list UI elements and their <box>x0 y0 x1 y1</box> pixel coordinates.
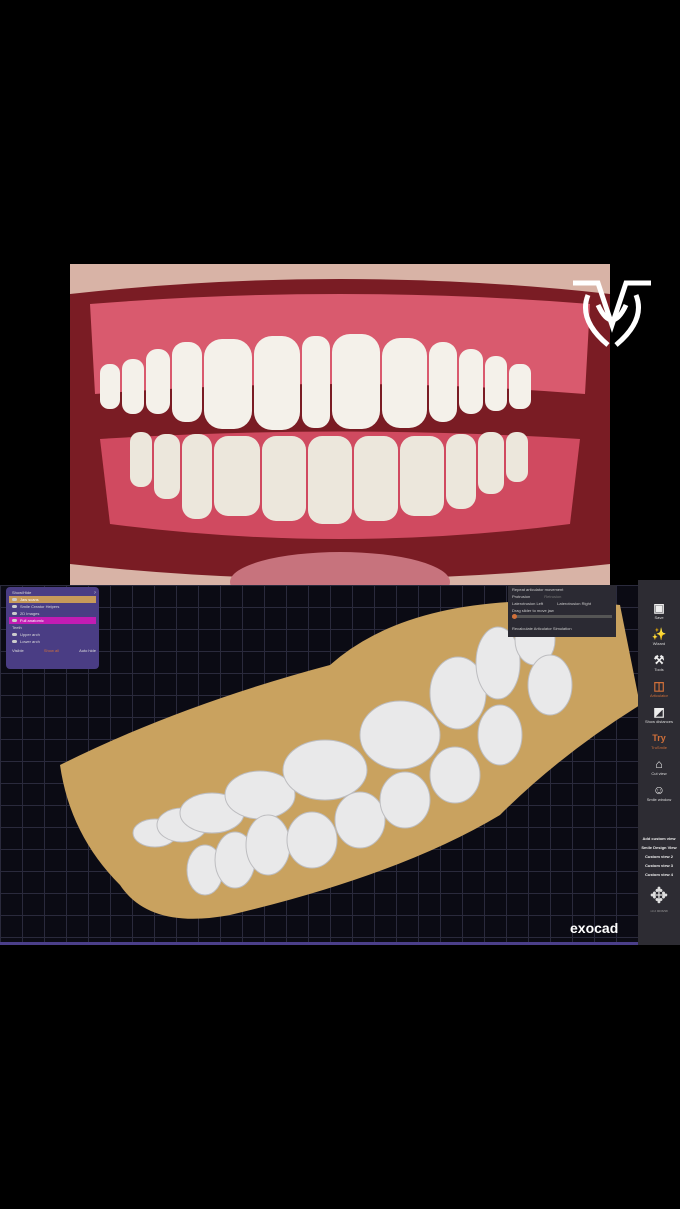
eye-icon[interactable] <box>12 605 17 608</box>
eye-icon[interactable] <box>12 640 17 643</box>
view-cube-icon[interactable]: ✥ <box>638 883 680 909</box>
eye-icon[interactable] <box>12 612 17 615</box>
item-label: Lower arch <box>20 639 40 644</box>
add-custom-view[interactable]: Add custom view <box>638 836 680 841</box>
wizard-icon: ✨ <box>651 627 667 641</box>
eye-icon[interactable] <box>12 619 17 622</box>
tools-icon: ⚒ <box>653 653 665 667</box>
help-icon[interactable]: ? <box>94 590 96 595</box>
item-label: Full anatomic <box>20 618 44 623</box>
jaw-slider[interactable] <box>512 614 612 619</box>
smile-photo <box>70 264 610 585</box>
auto-hide-button[interactable]: Auto hide <box>79 648 96 653</box>
brand-logo <box>573 280 651 347</box>
wizard-button[interactable]: ✨ Wizard <box>638 628 680 646</box>
trusmile-button[interactable]: Try TruSmile <box>638 732 680 750</box>
save-icon: ▣ <box>653 601 665 615</box>
visible-dropdown[interactable]: Visible <box>12 648 24 653</box>
custom-view-2[interactable]: Custom view 2 <box>638 854 680 859</box>
articulator-panel: Repeat articulator movement Protrusion Re… <box>508 585 616 637</box>
smile-design-view[interactable]: Smile Design View <box>638 845 680 850</box>
show-distances-button[interactable]: ◩ Show distances <box>638 706 680 724</box>
version-label: v3.2 9036/98 <box>650 909 668 913</box>
slider-label: Drag slider to move jaw <box>512 608 554 613</box>
eye-icon[interactable] <box>12 633 17 636</box>
show-distances-icon: ◩ <box>653 705 665 719</box>
radio-laterotrusion-right[interactable]: Laterotrusion Right <box>557 601 591 606</box>
teeth-section-title: Teeth <box>12 625 22 630</box>
show-hide-panel: Show/Hide? Jaw scans Smile Creator Helpe… <box>6 587 99 669</box>
recalculate-button[interactable]: Recalculate Articulator Simulation <box>512 626 612 631</box>
cut-view-button[interactable]: ⌂ Cut view <box>638 758 680 776</box>
articulator-button[interactable]: ◫ Articulator <box>638 680 680 698</box>
show-hide-item[interactable]: 2D Images <box>9 610 96 617</box>
show-all-button[interactable]: Show all <box>44 648 59 653</box>
item-label: Smile Creator Helpers <box>20 604 60 609</box>
item-label: 2D Images <box>20 611 40 616</box>
custom-view-3[interactable]: Custom view 3 <box>638 863 680 868</box>
radio-retrusion[interactable]: Retrusion <box>544 594 561 599</box>
custom-view-4[interactable]: Custom view 4 <box>638 872 680 877</box>
right-toolbar: ▣ Save ✨ Wizard ⚒ Tools ◫ Articulator ◩ Show … <box>638 580 680 945</box>
smile-window-button[interactable]: ☺ Smile window <box>638 784 680 802</box>
3d-viewport[interactable]: Show/Hide? Jaw scans Smile Creator Helpe… <box>0 585 638 945</box>
articulator-icon: ◫ <box>653 679 665 693</box>
exocad-logo: exocad <box>570 920 619 936</box>
show-hide-item[interactable]: Jaw scans <box>9 596 96 603</box>
eye-icon[interactable] <box>12 598 17 601</box>
show-hide-title: Show/Hide <box>12 590 32 595</box>
radio-laterotrusion-left[interactable]: Laterotrusion Left <box>512 601 543 606</box>
teeth-item[interactable]: Upper arch <box>9 631 96 638</box>
item-label: Jaw scans <box>20 597 39 602</box>
tryin-icon: Try <box>652 733 666 743</box>
articulator-title: Repeat articulator movement <box>512 587 564 592</box>
smile-window-icon: ☺ <box>652 783 666 797</box>
teeth-item[interactable]: Lower arch <box>9 638 96 645</box>
tools-button[interactable]: ⚒ Tools <box>638 654 680 672</box>
show-hide-item[interactable]: Full anatomic <box>9 617 96 624</box>
item-label: Upper arch <box>20 632 40 637</box>
show-hide-item[interactable]: Smile Creator Helpers <box>9 603 96 610</box>
radio-protrusion[interactable]: Protrusion <box>512 594 530 599</box>
cut-view-icon: ⌂ <box>655 757 663 771</box>
save-button[interactable]: ▣ Save <box>638 602 680 620</box>
